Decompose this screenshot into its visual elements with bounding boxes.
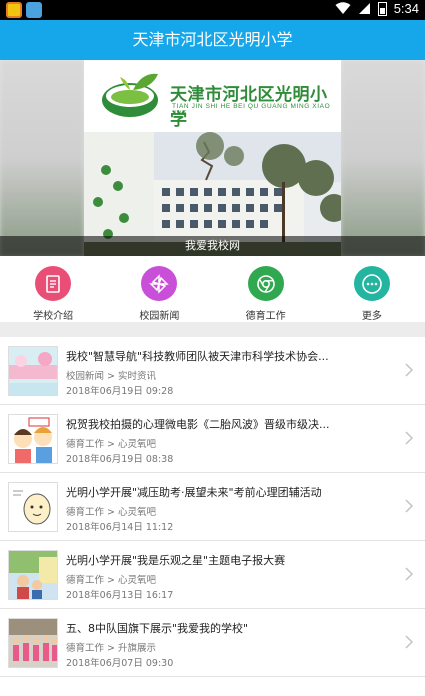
news-thumbnail <box>8 618 58 668</box>
section-divider <box>0 322 425 337</box>
app-title-bar: 天津市河北区光明小学 <box>0 20 425 60</box>
wifi-icon <box>335 2 351 14</box>
battery-icon <box>377 1 387 16</box>
chevron-right-icon <box>405 567 414 581</box>
banner-next-slide <box>341 60 425 256</box>
chevron-right-icon <box>405 635 414 649</box>
banner-caption: 我爱我校网 <box>0 236 425 256</box>
document-icon <box>35 266 72 301</box>
more-dots-icon <box>353 266 390 301</box>
school-logo-icon <box>102 73 158 117</box>
news-thumbnail <box>8 550 58 600</box>
pinwheel-icon <box>141 266 178 301</box>
news-list-item[interactable]: 光明小学开展"减压助考·展望未来"考前心理团辅活动 德育工作 > 心灵氧吧 20… <box>0 473 425 541</box>
nav-campus-news-label: 校园新闻 <box>139 311 180 322</box>
app-notification-icon <box>26 2 42 18</box>
logo-subtitle: TIAN JIN SHI HE BEI QU GUANG MING XIAO X… <box>172 103 331 117</box>
chevron-right-icon <box>405 363 414 377</box>
banner-image[interactable]: 天津市河北区光明小学 TIAN JIN SHI HE BEI QU GUANG … <box>84 60 341 256</box>
news-category: 德育工作 > 心灵氧吧 <box>66 575 156 586</box>
nav-moral-education[interactable]: 德育工作 <box>213 256 319 322</box>
news-title: 光明小学开展"我是乐观之星"主题电子报大赛 <box>66 554 286 567</box>
news-title: 光明小学开展"减压助考·展望未来"考前心理团辅活动 <box>66 486 322 499</box>
news-category: 德育工作 > 升旗展示 <box>66 643 156 654</box>
news-thumbnail <box>8 482 58 532</box>
news-category: 德育工作 > 心灵氧吧 <box>66 439 156 450</box>
news-date: 2018年06月13日 16:17 <box>66 590 174 601</box>
school-logo: 天津市河北区光明小学 TIAN JIN SHI HE BEI QU GUANG … <box>84 60 341 132</box>
news-list-item[interactable]: 祝贺我校拍摄的心理微电影《二胎风波》晋级市级决... 德育工作 > 心灵氧吧 2… <box>0 405 425 473</box>
news-title: 祝贺我校拍摄的心理微电影《二胎风波》晋级市级决... <box>66 418 330 431</box>
nav-moral-education-label: 德育工作 <box>245 311 286 322</box>
page-title: 天津市河北区光明小学 <box>132 30 293 49</box>
nav-campus-news[interactable]: 校园新闻 <box>106 256 212 322</box>
nav-more-label: 更多 <box>361 311 382 322</box>
news-title: 我校"智慧导航"科技教师团队被天津市科学技术协会... <box>66 350 329 363</box>
news-date: 2018年06月14日 11:12 <box>66 522 174 533</box>
chrome-circle-icon <box>247 266 284 301</box>
status-bar: 5:34 <box>0 0 425 20</box>
signal-icon <box>358 3 370 14</box>
news-list: 我校"智慧导航"科技教师团队被天津市科学技术协会... 校园新闻 > 实时资讯 … <box>0 337 425 677</box>
quick-nav: 学校介绍 校园新闻 德育工作 更多 <box>0 256 425 322</box>
banner-carousel[interactable]: 天津市河北区光明小学 TIAN JIN SHI HE BEI QU GUANG … <box>0 60 425 256</box>
news-title: 五、8中队国旗下展示"我爱我的学校" <box>66 622 249 635</box>
news-thumbnail <box>8 346 58 396</box>
chevron-right-icon <box>405 499 414 513</box>
news-thumbnail <box>8 414 58 464</box>
news-category: 校园新闻 > 实时资讯 <box>66 371 156 382</box>
nav-school-intro[interactable]: 学校介绍 <box>0 256 106 322</box>
news-list-item[interactable]: 五、8中队国旗下展示"我爱我的学校" 德育工作 > 升旗展示 2018年06月0… <box>0 609 425 677</box>
news-list-item[interactable]: 光明小学开展"我是乐观之星"主题电子报大赛 德育工作 > 心灵氧吧 2018年0… <box>0 541 425 609</box>
status-time: 5:34 <box>393 1 419 16</box>
news-date: 2018年06月19日 09:28 <box>66 386 174 397</box>
nav-more[interactable]: 更多 <box>319 256 425 322</box>
news-list-item[interactable]: 我校"智慧导航"科技教师团队被天津市科学技术协会... 校园新闻 > 实时资讯 … <box>0 337 425 405</box>
banner-prev-slide <box>0 60 84 256</box>
app-notification-icon <box>6 2 22 18</box>
news-date: 2018年06月07日 09:30 <box>66 658 174 669</box>
news-category: 德育工作 > 心灵氧吧 <box>66 507 156 518</box>
chevron-right-icon <box>405 431 414 445</box>
news-date: 2018年06月19日 08:38 <box>66 454 174 465</box>
nav-school-intro-label: 学校介绍 <box>33 311 74 322</box>
